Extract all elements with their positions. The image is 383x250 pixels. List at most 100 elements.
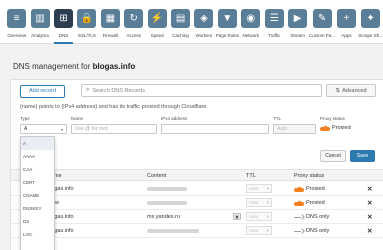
dns-toolbar: Add record	[20, 84, 65, 98]
lock-icon: 🔒	[77, 9, 97, 28]
cloud-proxied-icon	[320, 125, 330, 131]
filter-icon: ▼	[217, 9, 237, 28]
ttl-select-value: Auto	[277, 126, 288, 132]
type-option[interactable]: DNSKEY	[21, 202, 54, 215]
cloud-proxied-icon	[294, 200, 304, 206]
delete-icon[interactable]: ✕	[367, 199, 372, 207]
table-row[interactable]: blogas.info Auto ▾ DNS only ✕	[11, 224, 383, 238]
type-select[interactable]: A ▾	[20, 124, 67, 134]
ttl-select[interactable]: Auto ▾	[246, 184, 272, 193]
type-option[interactable]: DS	[21, 215, 54, 228]
redacted-content	[147, 201, 187, 205]
nav-label: DNS	[58, 33, 69, 38]
dns-only-icon	[294, 229, 304, 234]
ttl-select[interactable]: Auto ▾	[246, 212, 272, 221]
proxy-toggle[interactable]: Proxied	[320, 125, 351, 131]
analytics-icon: ▥	[30, 9, 50, 28]
nav-item-stream[interactable]: ▶ Stream	[286, 0, 309, 44]
advanced-button[interactable]: ⇅ Advanced	[326, 84, 376, 97]
nav-label: Caching	[172, 33, 189, 38]
dns-panel: Add record ⌕ Search DNS Records ⇅ Advanc…	[10, 79, 383, 250]
workers-icon: ◈	[194, 9, 214, 28]
redacted-content	[147, 229, 199, 233]
top-navigation: ≡ Overview ▥ Analytics ⊞ DNS 🔒 SSL/TLS ▦ Firewall…	[0, 0, 383, 44]
nav-item-access[interactable]: ↻ Access	[122, 0, 145, 44]
ttl-select[interactable]: Auto ▾	[246, 226, 272, 235]
nav-label: Firewall	[102, 33, 119, 38]
custom-pages-icon: ✎	[312, 9, 332, 28]
ttl-value: Auto	[249, 186, 259, 191]
nav-item-speed[interactable]: ⚡ Speed	[145, 0, 168, 44]
page-title-prefix: DNS management for	[13, 62, 93, 71]
nav-label: Traffic	[268, 33, 281, 38]
advanced-icon: ⇅	[335, 87, 341, 94]
table-row[interactable]: wwwAuto▾Proxied✕	[11, 196, 383, 210]
ipv4-input[interactable]	[161, 124, 269, 134]
type-option[interactable]: A	[21, 137, 54, 150]
apps-icon: +	[336, 9, 356, 28]
priority-icon: ▣	[233, 213, 241, 220]
nav-item-firewall[interactable]: ▦ Firewall	[99, 0, 122, 44]
page-title-domain: blogas.info	[92, 62, 136, 71]
scrape-shield-icon: ✦	[361, 9, 381, 28]
type-dropdown-menu: A AAAA CAA CERT CNAME DNSKEY DS LOC	[20, 136, 55, 250]
name-label: Name	[71, 116, 84, 121]
caching-icon: ▤	[171, 9, 191, 28]
traffic-icon: ☰	[264, 9, 284, 28]
table-row[interactable]: blogas.info mx.yandex.ru ▣ Auto ▾ DNS only ✕	[11, 210, 383, 224]
type-option[interactable]: AAAA	[21, 150, 54, 163]
proxy-status[interactable]: DNS only	[294, 214, 329, 220]
proxy-status[interactable]: DNS only	[294, 228, 329, 234]
nav-item-apps[interactable]: + Apps	[335, 0, 358, 44]
type-option[interactable]: LOC	[21, 228, 54, 241]
delete-icon[interactable]: ✕	[367, 213, 372, 221]
nav-item-analytics[interactable]: ▥ Analytics	[28, 0, 51, 44]
delete-icon[interactable]: ✕	[367, 227, 372, 235]
nav-item-custom-pa[interactable]: ✎ Custom Pa...	[309, 0, 335, 44]
chevron-down-icon: ▾	[266, 227, 269, 233]
type-label: Type	[20, 116, 30, 121]
column-header-content[interactable]: Content	[147, 173, 166, 179]
search-input[interactable]: ⌕ Search DNS Records	[81, 84, 322, 97]
firewall-icon: ▦	[100, 9, 120, 28]
nav-item-traffic[interactable]: ☰ Traffic	[262, 0, 285, 44]
dns-only-icon	[294, 215, 304, 220]
type-option[interactable]: CAA	[21, 163, 54, 176]
ttl-select[interactable]: Auto ▾	[246, 198, 272, 207]
nav-label: Access	[126, 33, 141, 38]
nav-label: Analytics	[31, 33, 50, 38]
save-button[interactable]: Save	[350, 150, 375, 162]
nav-label: Stream	[290, 33, 305, 38]
proxy-status[interactable]: Proxied	[294, 200, 325, 206]
nav-item-network[interactable]: ◉ Network	[239, 0, 262, 44]
type-option[interactable]: CERT	[21, 176, 54, 189]
nav-item-caching[interactable]: ▤ Caching	[169, 0, 192, 44]
nav-item-scrape-sh[interactable]: ✦ Scrape Sh...	[358, 0, 383, 44]
proxy-toggle-label: Proxied	[332, 125, 351, 131]
nav-item-ssl-tls[interactable]: 🔒 SSL/TLS	[75, 0, 98, 44]
record-helptext: {name} points to {IPv4 address} and has …	[20, 104, 208, 110]
nav-item-workers[interactable]: ◈ Workers	[192, 0, 215, 44]
ttl-select[interactable]: Auto	[273, 124, 316, 134]
proxy-status[interactable]: Proxied	[294, 186, 325, 192]
add-record-button[interactable]: Add record	[20, 84, 65, 98]
table-row[interactable]: blogas.info Auto ▾ Proxied ✕	[11, 182, 383, 196]
nav-item-overview[interactable]: ≡ Overview	[5, 0, 28, 44]
column-header-proxy-status[interactable]: Proxy status	[294, 173, 324, 179]
ttl-label: TTL	[273, 116, 282, 121]
nav-item-page-rules[interactable]: ▼ Page Rules	[216, 0, 239, 44]
column-header-ttl[interactable]: TTL	[246, 173, 256, 179]
type-option[interactable]: CNAME	[21, 189, 54, 202]
nav-label: Speed	[150, 33, 164, 38]
dns-icon: ⊞	[54, 9, 74, 28]
delete-icon[interactable]: ✕	[367, 185, 372, 193]
network-icon: ◉	[241, 9, 261, 28]
search-icon: ⌕	[86, 87, 90, 93]
nav-label: Page Rules	[215, 33, 239, 38]
chevron-down-icon: ▾	[60, 126, 63, 132]
nav-label: Apps	[341, 33, 352, 38]
nav-label: Network	[242, 33, 260, 38]
nav-item-dns[interactable]: ⊞ DNS	[52, 0, 75, 44]
name-input[interactable]: Use @ for root	[71, 124, 157, 134]
cancel-button[interactable]: Cancel	[320, 150, 346, 162]
